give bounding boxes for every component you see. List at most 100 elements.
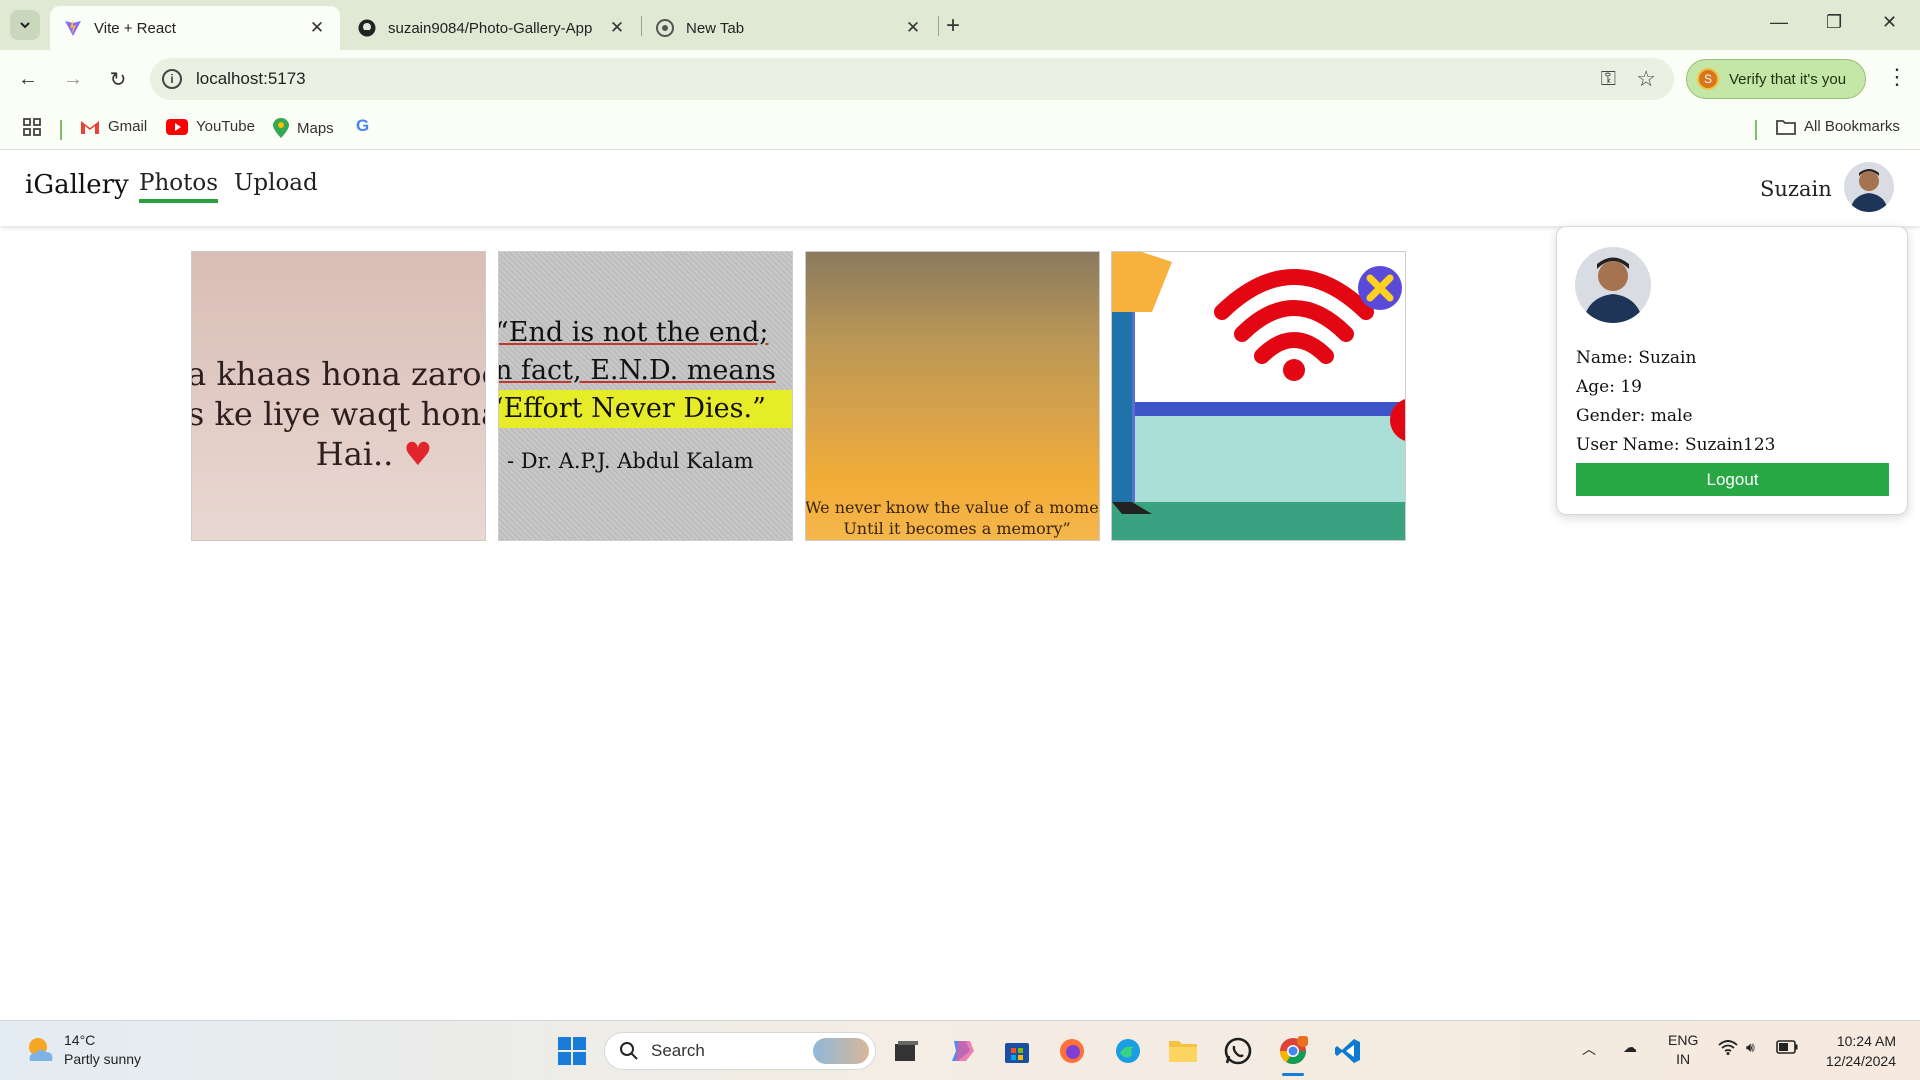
- onedrive-icon[interactable]: ☁: [1623, 1039, 1637, 1056]
- weather-temp: 14°C: [64, 1032, 96, 1048]
- chrome-taskbar-icon[interactable]: [1275, 1033, 1311, 1069]
- search-highlight-icon: [813, 1038, 869, 1064]
- language-code: ENG: [1668, 1032, 1699, 1048]
- copilot-icon[interactable]: [944, 1033, 980, 1069]
- volume-icon[interactable]: 🔊︎: [1746, 1039, 1755, 1056]
- restore-icon[interactable]: ❐: [1826, 12, 1842, 33]
- bookmark-maps[interactable]: Maps: [273, 118, 334, 138]
- bookmark-youtube[interactable]: YouTube: [166, 118, 255, 135]
- photo-card[interactable]: “End is not the end; n fact, E.N.D. mean…: [498, 251, 793, 541]
- photo-text-line: s ke liye waqt hona: [191, 395, 486, 433]
- battery-icon[interactable]: [1776, 1040, 1798, 1057]
- back-icon[interactable]: ←: [13, 64, 43, 94]
- clock-date: 12/24/2024: [1825, 1053, 1896, 1069]
- close-tab-icon[interactable]: ✕: [904, 18, 922, 38]
- microsoft-store-icon[interactable]: [999, 1033, 1035, 1069]
- clock-time: 10:24 AM: [1836, 1033, 1896, 1049]
- partly-sunny-icon: [29, 1038, 53, 1061]
- search-label: Search: [651, 1041, 705, 1060]
- profile-gender: Gender: male: [1576, 406, 1693, 426]
- heart-icon: ♥: [393, 435, 433, 473]
- brand-logo[interactable]: iGallery: [25, 170, 129, 200]
- file-explorer-icon[interactable]: [1165, 1033, 1201, 1069]
- user-avatar[interactable]: [1844, 162, 1894, 212]
- gmail-icon: [80, 119, 100, 135]
- photo-text-line: ‘Effort Never Dies.”: [499, 390, 792, 428]
- vscode-icon[interactable]: [1330, 1033, 1366, 1069]
- tab-github[interactable]: suzain9084/Photo-Gallery-App ✕: [344, 6, 640, 50]
- close-tab-icon[interactable]: ✕: [608, 18, 626, 38]
- chevron-down-icon: [20, 22, 30, 29]
- tab-title: Vite + React: [94, 19, 176, 37]
- show-hidden-icons[interactable]: ︿: [1582, 1039, 1596, 1059]
- taskbar-search[interactable]: Search: [604, 1032, 876, 1070]
- bookmarks-bar: Gmail YouTube Maps G All Bookmarks: [0, 108, 1920, 150]
- profile-age: Age: 19: [1576, 377, 1642, 397]
- bookmark-label: Maps: [297, 119, 334, 137]
- bookmark-star-icon[interactable]: ☆: [1636, 66, 1656, 92]
- reload-icon[interactable]: ↻: [103, 64, 133, 94]
- photo-card[interactable]: a khaas hona zaroo s ke liye waqt hona H…: [191, 251, 486, 541]
- photo-text-line: a khaas hona zaroo: [191, 355, 486, 393]
- nav-upload[interactable]: Upload: [234, 170, 318, 196]
- close-tab-icon[interactable]: ✕: [308, 18, 326, 38]
- profile-photo: [1575, 247, 1651, 323]
- minimize-icon[interactable]: —: [1770, 12, 1788, 33]
- new-tab-button[interactable]: +: [946, 12, 960, 40]
- photo-text-line: “End is not the end;: [498, 317, 769, 348]
- all-bookmarks-button[interactable]: All Bookmarks: [1776, 118, 1900, 135]
- wifi-icon[interactable]: [1718, 1039, 1738, 1058]
- forward-icon[interactable]: →: [58, 64, 88, 94]
- bookmark-gmail[interactable]: Gmail: [80, 118, 147, 135]
- edge-icon[interactable]: [1110, 1033, 1146, 1069]
- tab-search-button[interactable]: [10, 10, 40, 40]
- close-window-icon[interactable]: ✕: [1882, 12, 1897, 33]
- language-indicator[interactable]: ENG IN: [1668, 1031, 1698, 1069]
- search-icon: [620, 1042, 638, 1060]
- whatsapp-icon[interactable]: [1220, 1033, 1256, 1069]
- tab-separator: [938, 16, 939, 36]
- profile-dropdown: Name: Suzain Age: 19 Gender: male User N…: [1556, 226, 1908, 515]
- maps-pin-icon: [273, 118, 289, 138]
- app-navbar: iGallery Photos Upload Suzain: [0, 150, 1920, 226]
- photo-text-line: n fact, E.N.D. means: [498, 355, 776, 386]
- user-display-name[interactable]: Suzain: [1760, 177, 1832, 201]
- weather-widget[interactable]: 14°C Partly sunny: [24, 1031, 141, 1069]
- verify-identity-button[interactable]: S Verify that it's you: [1686, 59, 1866, 99]
- chrome-icon: [656, 19, 674, 37]
- profile-name: Name: Suzain: [1576, 348, 1697, 368]
- photo-text-line: Hai..: [315, 435, 394, 473]
- system-clock[interactable]: 10:24 AM 12/24/2024: [1816, 1031, 1896, 1071]
- menu-kebab-icon[interactable]: ⋮: [1886, 64, 1908, 90]
- photo-text-line: - Dr. A.P.J. Abdul Kalam: [507, 449, 754, 473]
- logout-button[interactable]: Logout: [1576, 463, 1889, 496]
- photo-card[interactable]: [1111, 251, 1406, 541]
- windows-taskbar: 14°C Partly sunny Search ︿ ☁ ENG IN 🔊︎ 1…: [0, 1020, 1920, 1080]
- address-bar[interactable]: i localhost:5173 ⚿ ☆: [150, 58, 1674, 100]
- windows-start-icon[interactable]: [554, 1033, 590, 1069]
- url-text[interactable]: localhost:5173: [196, 69, 306, 89]
- browser-tab-bar: Vite + React ✕ suzain9084/Photo-Gallery-…: [0, 0, 1920, 50]
- site-info-icon[interactable]: i: [162, 69, 182, 89]
- vite-icon: [64, 19, 82, 37]
- firefox-icon[interactable]: [1054, 1033, 1090, 1069]
- password-key-icon[interactable]: ⚿: [1601, 68, 1616, 91]
- bookmark-divider: [1755, 120, 1757, 140]
- tab-title: New Tab: [686, 19, 745, 37]
- profile-avatar-icon: S: [1697, 68, 1719, 90]
- youtube-icon: [166, 118, 188, 135]
- photo-text-line: We never know the value of a momen: [805, 498, 1100, 517]
- tab-new-tab[interactable]: New Tab ✕: [642, 6, 936, 50]
- folder-icon: [1776, 119, 1796, 135]
- nav-photos[interactable]: Photos: [139, 170, 219, 203]
- wifi-illustration: [1112, 252, 1405, 540]
- apps-grid-icon[interactable]: [22, 117, 42, 137]
- photo-card[interactable]: We never know the value of a momen Until…: [805, 251, 1100, 541]
- photo-text-line: Until it becomes a memory”: [843, 519, 1071, 538]
- bookmark-divider: [60, 120, 62, 140]
- tab-vite-react[interactable]: Vite + React ✕: [50, 6, 340, 50]
- region-code: IN: [1676, 1051, 1691, 1067]
- bookmark-label: Gmail: [108, 118, 148, 135]
- task-view-icon[interactable]: [888, 1033, 924, 1069]
- google-icon[interactable]: G: [356, 116, 369, 136]
